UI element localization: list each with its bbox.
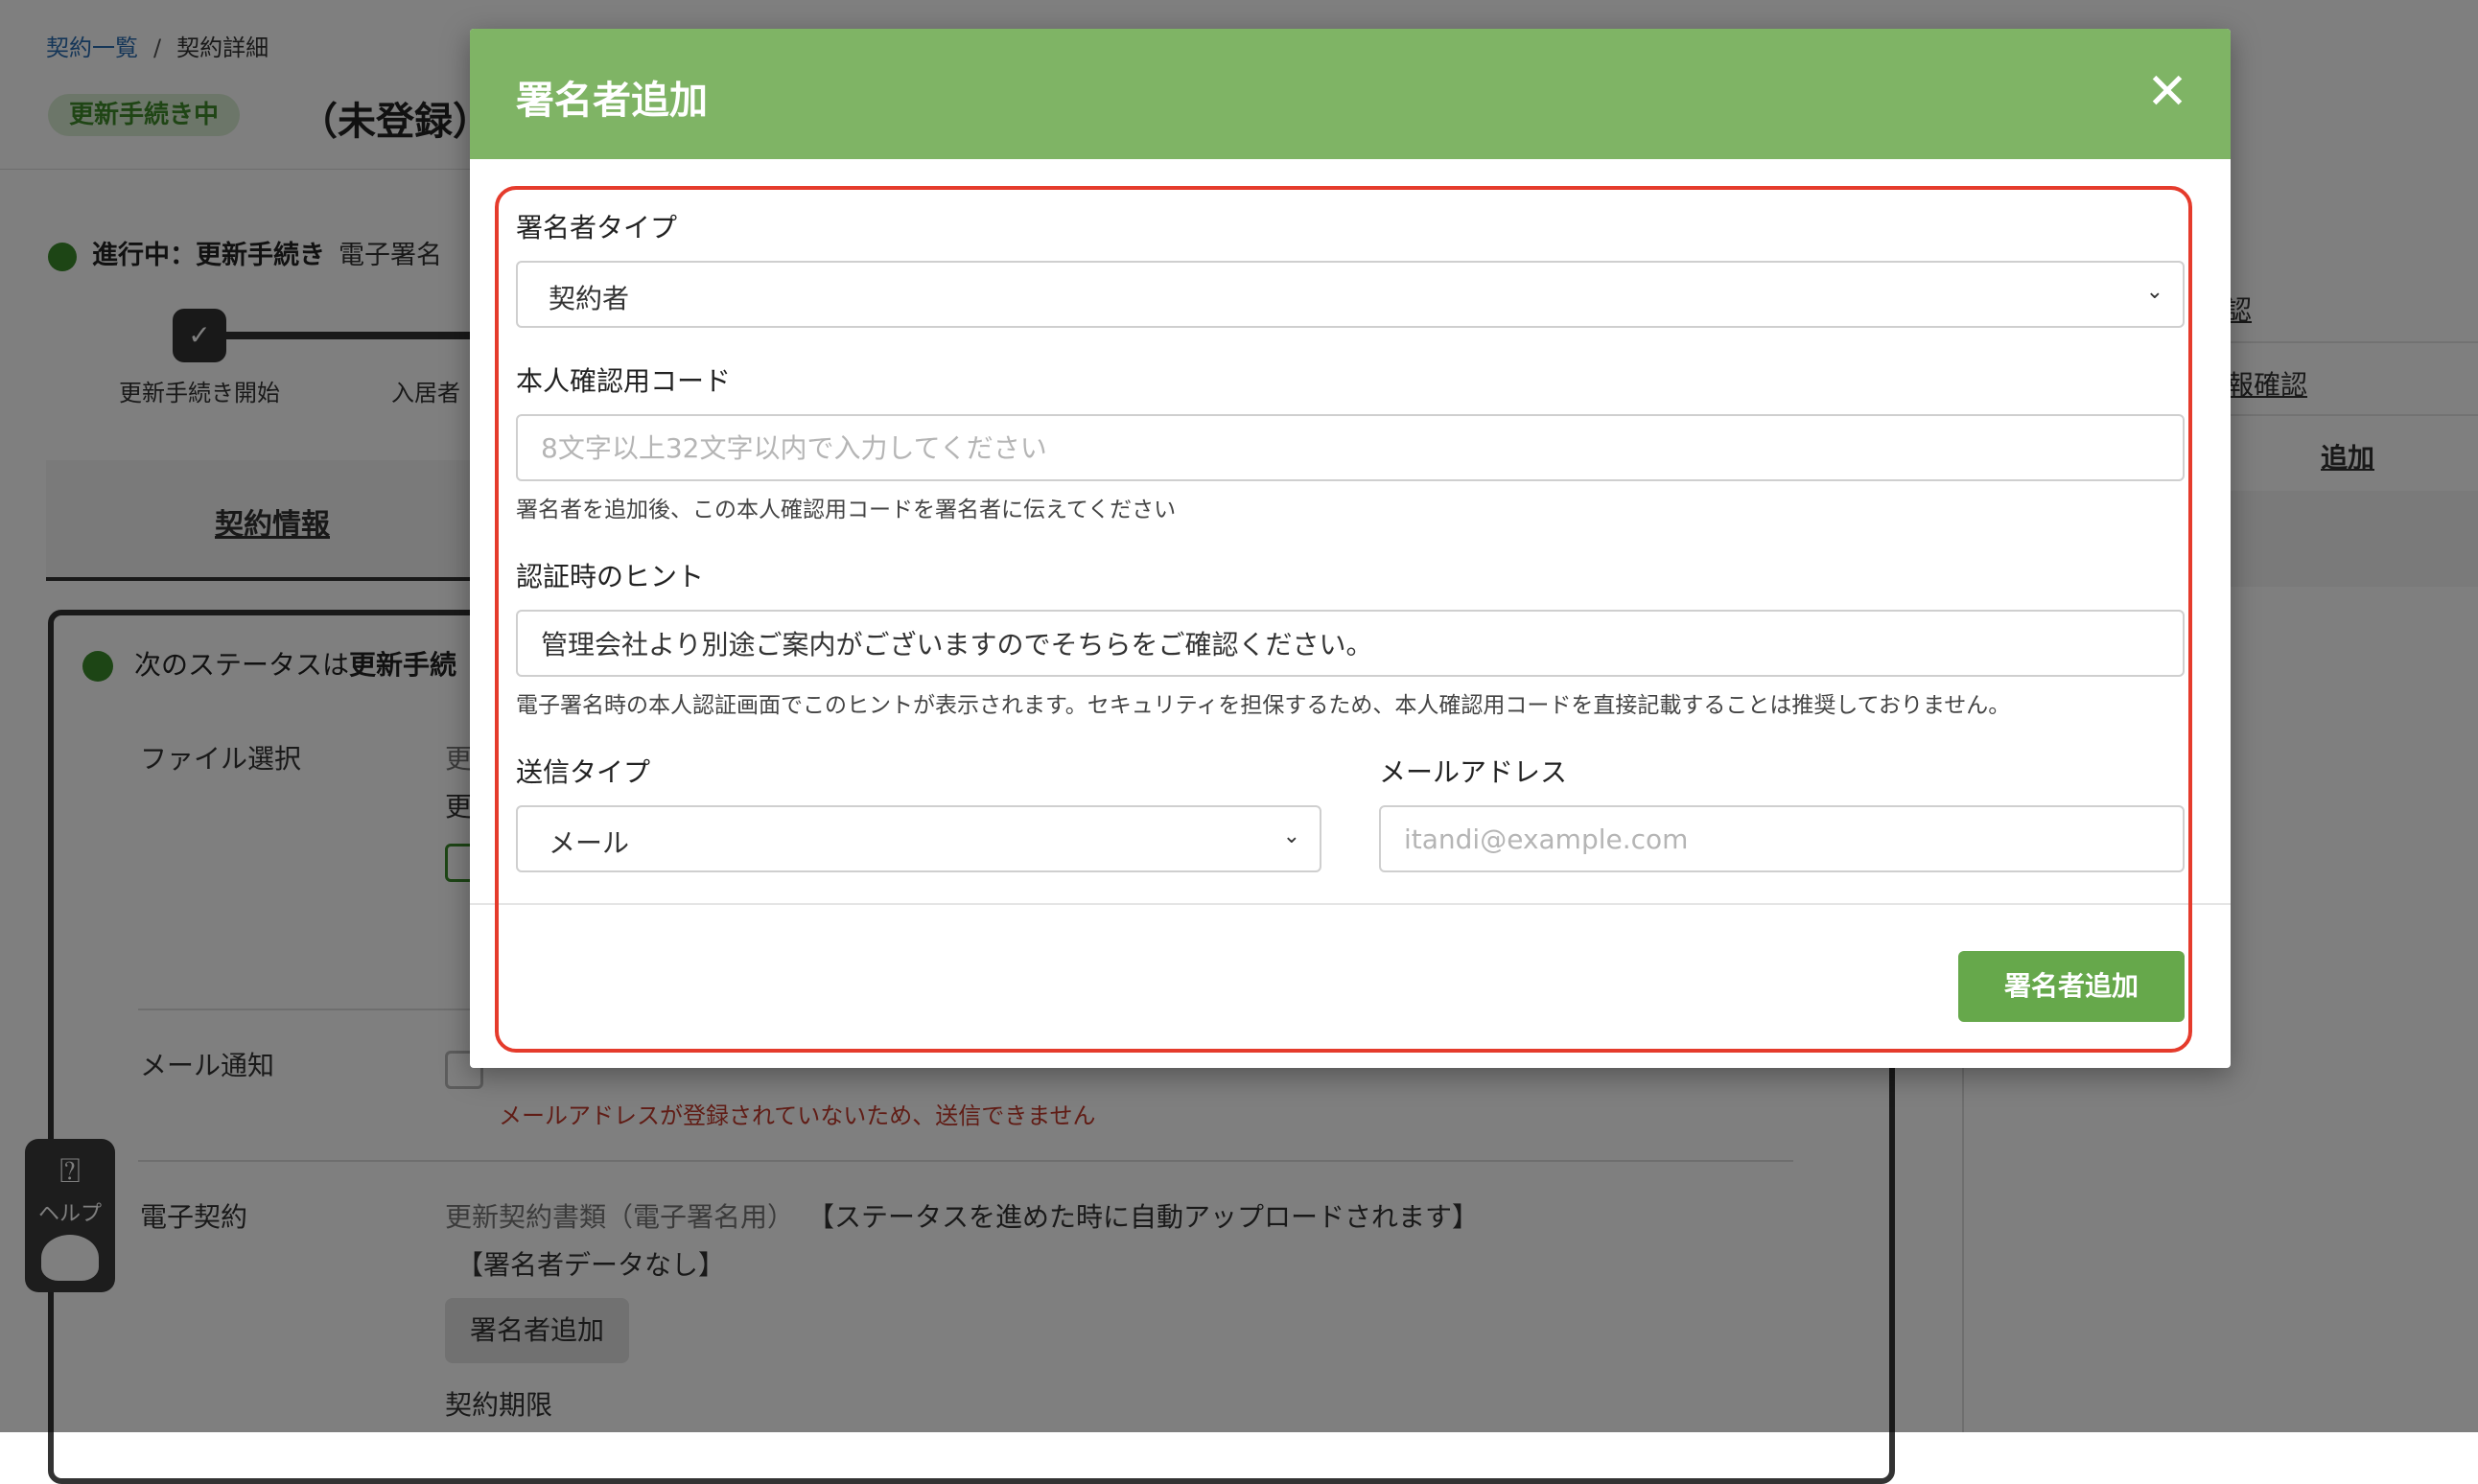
chevron-down-icon: ⌄ bbox=[2145, 280, 2163, 304]
signer-type-select[interactable]: 契約者 ⌄ bbox=[516, 261, 2185, 328]
submit-add-signer-button[interactable]: 署名者追加 bbox=[1958, 951, 2185, 1022]
auth-code-input[interactable] bbox=[516, 414, 2185, 481]
auth-code-help: 署名者を追加後、この本人確認用コードを署名者に伝えてください bbox=[516, 498, 1177, 522]
email-label: メールアドレス bbox=[1379, 756, 1568, 788]
hint-input[interactable] bbox=[516, 610, 2185, 677]
email-input[interactable] bbox=[1379, 805, 2185, 872]
auth-code-label: 本人確認用コード bbox=[516, 365, 732, 397]
close-icon[interactable]: ✕ bbox=[2140, 65, 2194, 119]
modal-footer-divider bbox=[470, 903, 2231, 905]
send-type-select[interactable]: メール ⌄ bbox=[516, 805, 1321, 872]
signer-type-value: 契約者 bbox=[549, 283, 630, 314]
send-type-value: メール bbox=[549, 827, 630, 859]
modal-header: 署名者追加 ✕ bbox=[470, 29, 2231, 159]
send-type-label: 送信タイプ bbox=[516, 756, 651, 788]
signer-type-label: 署名者タイプ bbox=[516, 212, 678, 243]
add-signer-modal: 署名者追加 ✕ 署名者タイプ 契約者 ⌄ 本人確認用コード 署名者を追加後、この… bbox=[470, 29, 2231, 1068]
hint-help: 電子署名時の本人認証画面でこのヒントが表示されます。セキュリティを担保するため、… bbox=[516, 693, 2011, 718]
chevron-down-icon: ⌄ bbox=[1282, 824, 1300, 848]
modal-title: 署名者追加 bbox=[516, 79, 708, 123]
hint-label: 認証時のヒント bbox=[516, 561, 705, 592]
